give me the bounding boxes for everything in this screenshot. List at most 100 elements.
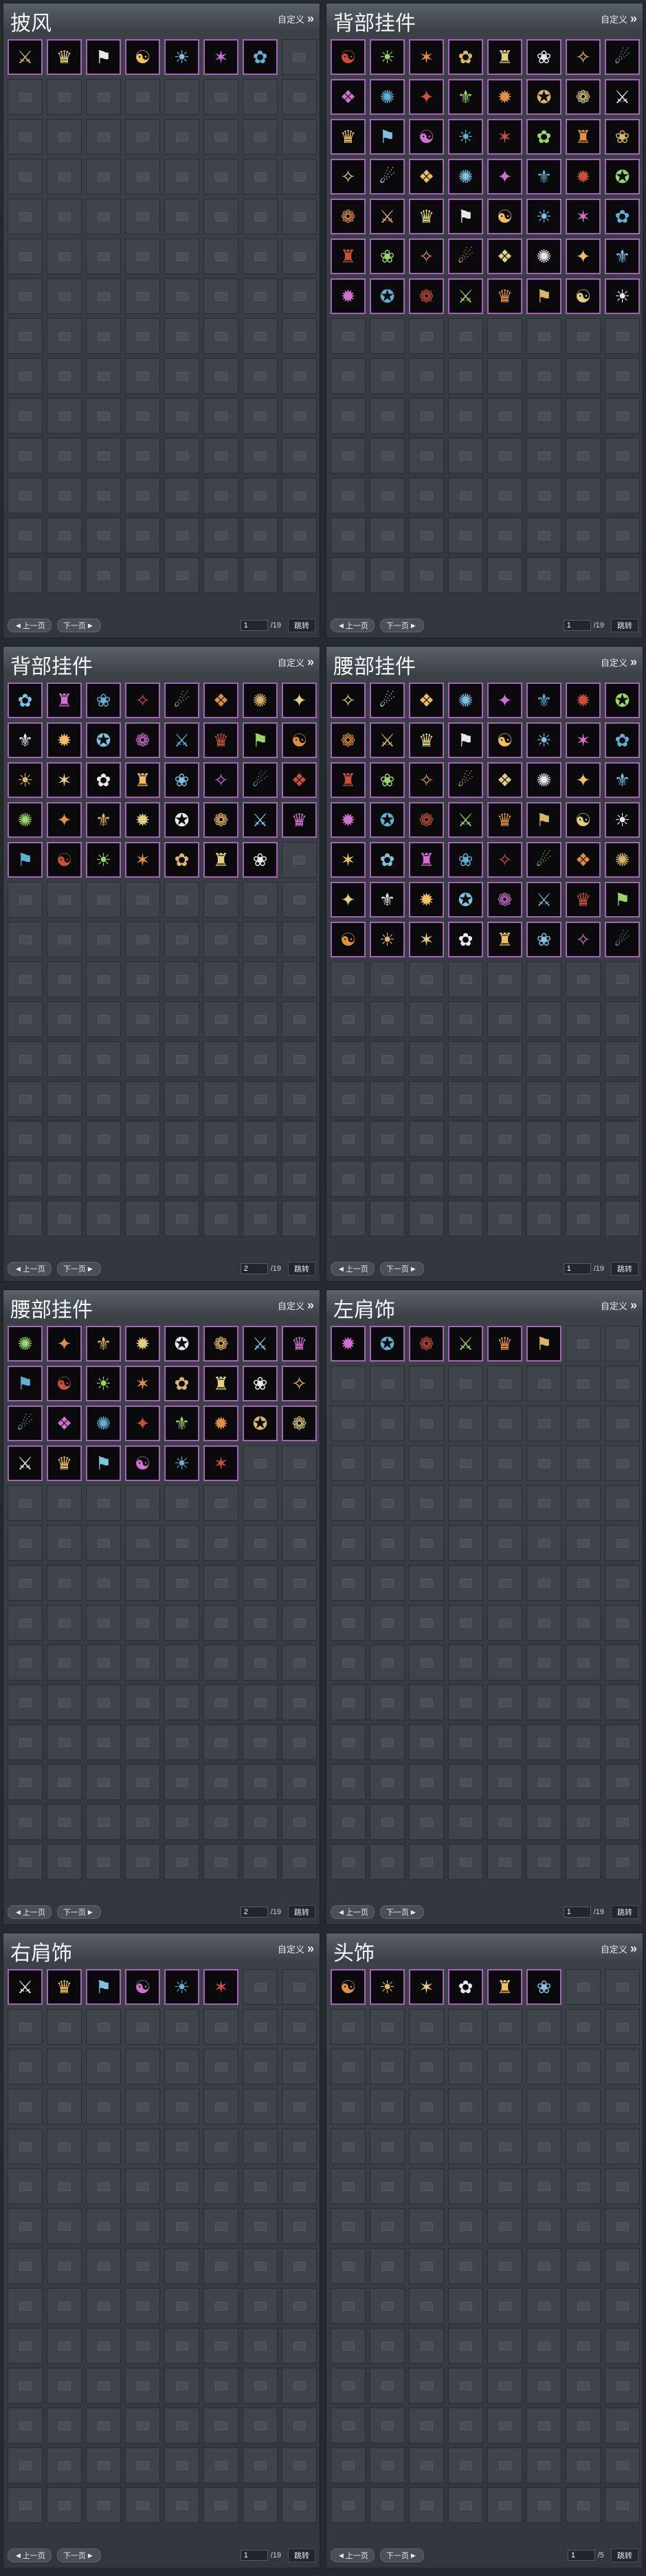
item-slot[interactable]: ⚜	[86, 802, 121, 838]
item-slot[interactable]: ✺	[8, 1326, 43, 1362]
item-slot[interactable]: ♛	[487, 1326, 523, 1362]
item-slot[interactable]: ❖	[282, 762, 317, 798]
item-slot[interactable]: ✿	[448, 1969, 484, 2005]
item-slot[interactable]: ♜	[203, 1366, 238, 1401]
item-slot[interactable]: ❁	[203, 802, 238, 838]
prev-page-button[interactable]: ◀ 上一页	[331, 1262, 375, 1276]
item-slot[interactable]: ☄	[448, 762, 483, 798]
item-slot[interactable]: ❀	[243, 1366, 278, 1401]
item-slot[interactable]: ✦	[331, 882, 366, 918]
item-slot[interactable]: ❁	[487, 882, 522, 918]
item-slot[interactable]: ❖	[47, 1406, 82, 1441]
item-slot[interactable]: ♛	[566, 882, 601, 918]
item-slot[interactable]: ☄	[605, 922, 640, 957]
item-slot[interactable]: ☄	[448, 238, 483, 274]
item-slot[interactable]: ✿	[243, 39, 278, 75]
jump-button[interactable]: 跳转	[611, 2549, 638, 2562]
jump-button[interactable]: 跳转	[288, 2549, 315, 2562]
item-slot[interactable]: ⚔	[8, 1969, 43, 2005]
item-slot[interactable]: ✹	[331, 278, 366, 314]
page-number-input[interactable]	[563, 1907, 591, 1918]
item-slot[interactable]: ✹	[331, 1326, 366, 1362]
item-slot[interactable]: ✶	[409, 922, 444, 957]
item-slot[interactable]: ✿	[8, 682, 43, 718]
item-slot[interactable]: ✦	[282, 682, 317, 718]
item-slot[interactable]: ⚔	[448, 278, 483, 314]
item-slot[interactable]: ✧	[282, 1366, 317, 1401]
item-slot[interactable]: ♛	[203, 722, 238, 758]
item-slot[interactable]: ✺	[8, 802, 43, 838]
item-slot[interactable]: ⚑	[86, 1969, 122, 2005]
item-slot[interactable]: ✶	[203, 1969, 239, 2005]
customize-link[interactable]: 自定义»	[601, 1942, 637, 1956]
next-page-button[interactable]: 下一页 ▶	[56, 619, 101, 632]
item-slot[interactable]: ✶	[203, 1445, 239, 1481]
item-slot[interactable]: ✶	[203, 39, 238, 75]
item-slot[interactable]: ⚑	[86, 39, 121, 75]
item-slot[interactable]: ⚔	[8, 39, 43, 75]
item-slot[interactable]: ✹	[409, 882, 444, 918]
item-slot[interactable]: ✶	[125, 1366, 160, 1401]
item-slot[interactable]: ☀	[8, 762, 43, 798]
item-slot[interactable]: ♛	[331, 119, 366, 155]
item-slot[interactable]: ✪	[605, 159, 640, 195]
item-slot[interactable]: ✪	[370, 1326, 405, 1362]
item-slot[interactable]: ❀	[86, 682, 121, 718]
next-page-button[interactable]: 下一页 ▶	[56, 1905, 101, 1919]
item-slot[interactable]: ✦	[47, 802, 82, 838]
item-slot[interactable]: ⚑	[8, 842, 43, 878]
next-page-button[interactable]: 下一页 ▶	[379, 1262, 424, 1276]
item-slot[interactable]: ⚑	[86, 1445, 122, 1481]
item-slot[interactable]: ☯	[125, 1969, 161, 2005]
item-slot[interactable]: ✶	[566, 722, 601, 758]
item-slot[interactable]: ⚑	[243, 722, 278, 758]
item-slot[interactable]: ♜	[47, 682, 82, 718]
item-slot[interactable]: ✺	[243, 682, 278, 718]
jump-button[interactable]: 跳转	[611, 1262, 638, 1276]
item-slot[interactable]: ☯	[47, 842, 82, 878]
item-slot[interactable]: ⚔	[243, 1326, 278, 1362]
item-slot[interactable]: ⚑	[448, 199, 483, 234]
item-slot[interactable]: ♜	[125, 762, 160, 798]
item-slot[interactable]: ☀	[526, 199, 561, 234]
item-slot[interactable]: ✺	[526, 238, 561, 274]
item-slot[interactable]: ✪	[370, 278, 405, 314]
item-slot[interactable]: ♛	[47, 1445, 82, 1481]
item-slot[interactable]: ☯	[331, 39, 366, 75]
item-slot[interactable]: ☄	[8, 1406, 43, 1441]
item-slot[interactable]: ⚜	[448, 79, 483, 115]
item-slot[interactable]: ⚜	[605, 238, 640, 274]
item-slot[interactable]: ♜	[331, 238, 366, 274]
jump-button[interactable]: 跳转	[611, 1905, 638, 1919]
item-slot[interactable]: ♛	[487, 278, 522, 314]
jump-button[interactable]: 跳转	[288, 1262, 315, 1276]
item-slot[interactable]: ✿	[164, 1366, 199, 1401]
item-slot[interactable]: ⚑	[448, 722, 483, 758]
page-number-input[interactable]	[240, 1907, 268, 1918]
page-number-input[interactable]	[563, 1263, 591, 1274]
item-slot[interactable]: ✦	[566, 762, 601, 798]
item-slot[interactable]: ♛	[282, 802, 317, 838]
item-slot[interactable]: ☀	[448, 119, 483, 155]
item-slot[interactable]: ❀	[526, 39, 561, 75]
item-slot[interactable]: ♜	[203, 842, 238, 878]
customize-link[interactable]: 自定义»	[278, 655, 314, 669]
jump-button[interactable]: 跳转	[288, 619, 315, 632]
item-slot[interactable]: ✪	[605, 682, 640, 718]
item-slot[interactable]: ✿	[86, 762, 121, 798]
item-slot[interactable]: ✪	[526, 79, 561, 115]
item-slot[interactable]: ☯	[125, 1445, 161, 1481]
item-slot[interactable]: ☄	[243, 762, 278, 798]
item-slot[interactable]: ☯	[409, 119, 444, 155]
item-slot[interactable]: ✪	[448, 882, 483, 918]
prev-page-button[interactable]: ◀ 上一页	[331, 1905, 375, 1919]
item-slot[interactable]: ✶	[409, 39, 444, 75]
page-number-input[interactable]	[567, 2550, 595, 2561]
jump-button[interactable]: 跳转	[288, 1905, 315, 1919]
item-slot[interactable]: ☀	[164, 1969, 200, 2005]
item-slot[interactable]: ❀	[164, 762, 199, 798]
next-page-button[interactable]: 下一页 ▶	[56, 1262, 101, 1276]
item-slot[interactable]: ⚜	[164, 1406, 199, 1441]
item-slot[interactable]: ✶	[331, 842, 366, 878]
item-slot[interactable]: ✶	[47, 762, 82, 798]
